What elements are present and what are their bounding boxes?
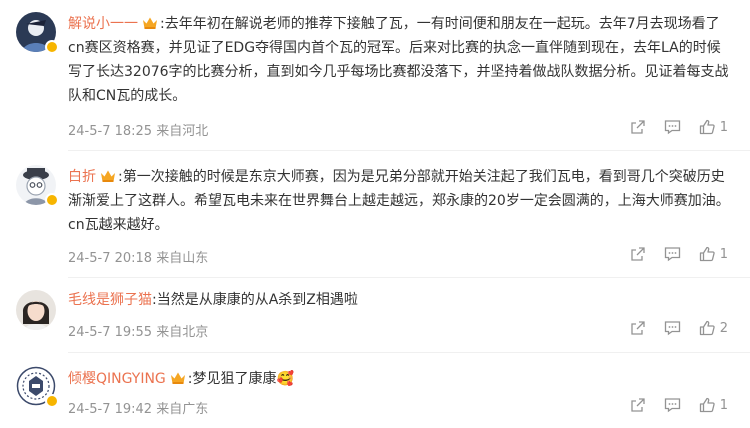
comment-icon [664, 247, 680, 262]
comment-actions: 1 [612, 397, 728, 413]
verified-badge-icon [45, 40, 59, 54]
share-icon [631, 321, 645, 335]
username[interactable]: 毛线是狮子猫 [68, 292, 152, 308]
comment-button[interactable] [664, 246, 681, 262]
divider [68, 352, 750, 353]
comment-body: 解说小一一:去年年初在解说老师的推荐下接触了瓦，一有时间便和朋友在一起玩。去年7… [68, 12, 730, 108]
comment-text: :第一次接触的时候是东京大师赛，因为是兄弟分部就开始关注起了我们瓦电，看到哥几个… [68, 169, 730, 233]
comment-body: 白折:第一次接触的时候是东京大师赛，因为是兄弟分部就开始关注起了我们瓦电，看到哥… [68, 165, 730, 237]
avatar[interactable] [16, 290, 56, 330]
avatar[interactable] [16, 12, 59, 54]
comment-text: :梦见狙了康康 [187, 371, 277, 387]
share-button[interactable] [630, 397, 646, 413]
comment-meta: 24-5-7 19:42 来自广东 [68, 402, 209, 417]
crown-icon [143, 17, 157, 29]
like-count: 1 [719, 119, 728, 135]
like-count: 2 [719, 320, 728, 336]
comment-actions: 2 [612, 320, 728, 336]
crown-icon [170, 372, 185, 384]
like-count: 1 [719, 397, 728, 413]
avatar[interactable] [16, 165, 59, 207]
like-button[interactable]: 2 [699, 320, 728, 336]
comment-icon [664, 120, 680, 135]
share-icon [631, 398, 645, 412]
comment-actions: 1 [612, 246, 728, 262]
comment-button[interactable] [664, 320, 681, 336]
like-icon [699, 119, 715, 135]
comment-icon [664, 321, 680, 336]
like-count: 1 [719, 246, 728, 262]
divider [68, 277, 750, 278]
emoji-icon: 🥰 [276, 371, 294, 387]
comment-actions: 1 [612, 119, 728, 135]
comment-button[interactable] [664, 119, 681, 135]
like-icon [699, 397, 715, 413]
share-icon [631, 247, 645, 261]
share-button[interactable] [630, 119, 646, 135]
like-button[interactable]: 1 [699, 397, 728, 413]
comment-body: 毛线是狮子猫:当然是从康康的从A杀到Z相遇啦 [68, 288, 730, 312]
share-icon [631, 120, 645, 134]
share-button[interactable] [630, 246, 646, 262]
divider [68, 150, 750, 151]
like-icon [699, 246, 715, 262]
crown-icon [101, 170, 115, 182]
comment-text: :当然是从康康的从A杀到Z相遇啦 [152, 292, 358, 308]
comment-body: 倾樱QINGYING :梦见狙了康康🥰 [68, 367, 730, 391]
username[interactable]: 白折 [68, 169, 96, 185]
verified-badge-icon [45, 394, 59, 408]
like-button[interactable]: 1 [699, 246, 728, 262]
avatar[interactable] [16, 366, 59, 408]
comment-icon [664, 398, 680, 413]
comment-meta: 24-5-7 18:25 来自河北 [68, 124, 209, 139]
like-icon [699, 320, 715, 336]
comment-meta: 24-5-7 19:55 来自北京 [68, 325, 209, 340]
like-button[interactable]: 1 [699, 119, 728, 135]
username[interactable]: 倾樱QINGYING [68, 371, 166, 387]
username[interactable]: 解说小一一 [68, 16, 138, 32]
share-button[interactable] [630, 320, 646, 336]
comment-button[interactable] [664, 397, 681, 413]
avatar-image [16, 290, 56, 330]
verified-badge-icon [45, 193, 59, 207]
comment-text: :去年年初在解说老师的推荐下接触了瓦，一有时间便和朋友在一起玩。去年7月去现场看… [68, 16, 729, 104]
comment-meta: 24-5-7 20:18 来自山东 [68, 251, 209, 266]
